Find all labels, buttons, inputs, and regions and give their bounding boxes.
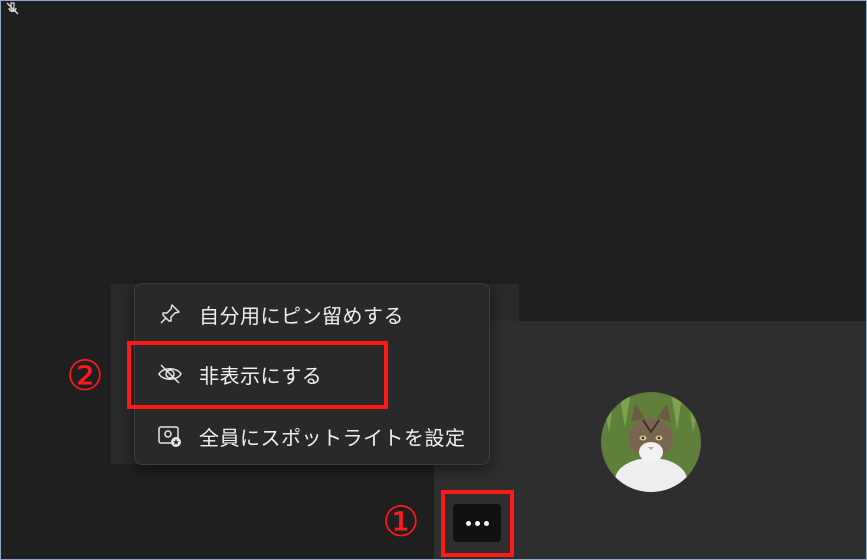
- annotation-highlight-hide: [127, 341, 388, 409]
- menu-item-label: 全員にスポットライトを設定: [199, 425, 466, 450]
- spotlight-icon: [155, 421, 185, 451]
- meeting-stage: 自分用にピン留めする 非表示にする 全員にスポットライトを設定 ② ①: [0, 0, 867, 560]
- participant-avatar: [601, 392, 701, 492]
- menu-item-spotlight-everyone[interactable]: 全員にスポットライトを設定: [135, 408, 489, 464]
- menu-item-label: 自分用にピン留めする: [199, 303, 404, 328]
- callout-step-1: ①: [382, 497, 420, 546]
- mic-off-icon: [3, 1, 23, 17]
- menu-item-pin-for-me[interactable]: 自分用にピン留めする: [135, 286, 489, 342]
- annotation-highlight-more: [441, 490, 514, 557]
- callout-step-2: ②: [66, 351, 104, 400]
- pin-icon: [155, 299, 185, 329]
